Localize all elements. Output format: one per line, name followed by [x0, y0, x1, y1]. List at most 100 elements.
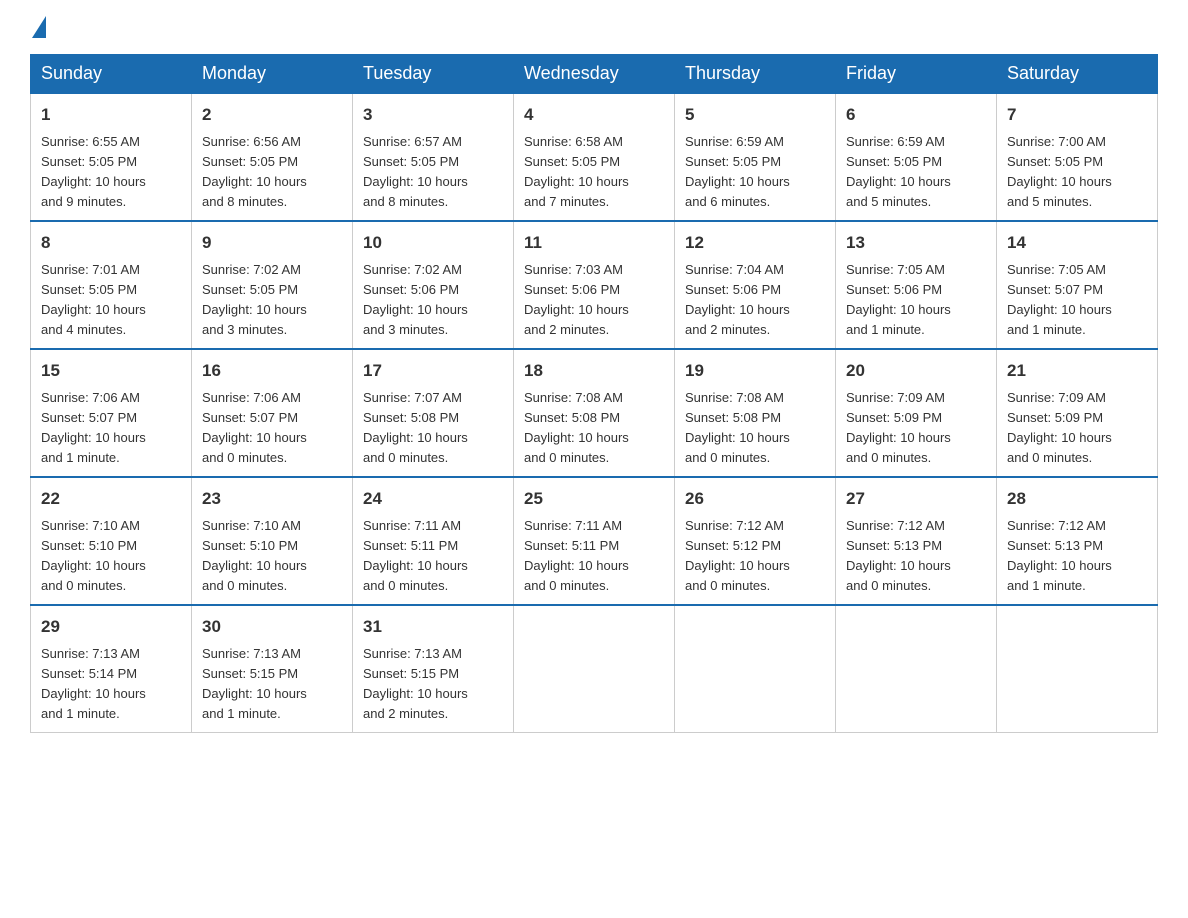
day-info: Sunrise: 6:55 AMSunset: 5:05 PMDaylight:…	[41, 132, 181, 213]
calendar-cell: 4 Sunrise: 6:58 AMSunset: 5:05 PMDaylight…	[514, 93, 675, 221]
calendar-cell: 11 Sunrise: 7:03 AMSunset: 5:06 PMDayligh…	[514, 221, 675, 349]
day-number: 15	[41, 358, 181, 384]
calendar-cell: 26 Sunrise: 7:12 AMSunset: 5:12 PMDayligh…	[675, 477, 836, 605]
calendar-cell: 5 Sunrise: 6:59 AMSunset: 5:05 PMDaylight…	[675, 93, 836, 221]
day-info: Sunrise: 7:02 AMSunset: 5:06 PMDaylight:…	[363, 260, 503, 341]
calendar-cell: 31 Sunrise: 7:13 AMSunset: 5:15 PMDayligh…	[353, 605, 514, 733]
calendar-cell: 7 Sunrise: 7:00 AMSunset: 5:05 PMDaylight…	[997, 93, 1158, 221]
day-info: Sunrise: 7:01 AMSunset: 5:05 PMDaylight:…	[41, 260, 181, 341]
calendar-cell: 12 Sunrise: 7:04 AMSunset: 5:06 PMDayligh…	[675, 221, 836, 349]
day-number: 30	[202, 614, 342, 640]
day-info: Sunrise: 6:56 AMSunset: 5:05 PMDaylight:…	[202, 132, 342, 213]
day-info: Sunrise: 7:13 AMSunset: 5:14 PMDaylight:…	[41, 644, 181, 725]
day-info: Sunrise: 7:03 AMSunset: 5:06 PMDaylight:…	[524, 260, 664, 341]
day-info: Sunrise: 7:05 AMSunset: 5:06 PMDaylight:…	[846, 260, 986, 341]
day-number: 7	[1007, 102, 1147, 128]
calendar-cell: 25Sunrise: 7:11 AMSunset: 5:11 PMDayligh…	[514, 477, 675, 605]
day-info: Sunrise: 6:59 AMSunset: 5:05 PMDaylight:…	[685, 132, 825, 213]
calendar-cell: 13 Sunrise: 7:05 AMSunset: 5:06 PMDayligh…	[836, 221, 997, 349]
day-info: Sunrise: 7:00 AMSunset: 5:05 PMDaylight:…	[1007, 132, 1147, 213]
calendar-cell	[836, 605, 997, 733]
day-number: 16	[202, 358, 342, 384]
calendar-cell: 22 Sunrise: 7:10 AMSunset: 5:10 PMDayligh…	[31, 477, 192, 605]
day-number: 1	[41, 102, 181, 128]
calendar-cell: 15Sunrise: 7:06 AMSunset: 5:07 PMDayligh…	[31, 349, 192, 477]
calendar-cell: 2 Sunrise: 6:56 AMSunset: 5:05 PMDaylight…	[192, 93, 353, 221]
day-info: Sunrise: 6:59 AMSunset: 5:05 PMDaylight:…	[846, 132, 986, 213]
day-number: 23	[202, 486, 342, 512]
calendar-cell	[675, 605, 836, 733]
logo	[30, 20, 46, 34]
page-header	[30, 20, 1158, 34]
calendar-cell: 30 Sunrise: 7:13 AMSunset: 5:15 PMDayligh…	[192, 605, 353, 733]
day-info: Sunrise: 7:13 AMSunset: 5:15 PMDaylight:…	[363, 644, 503, 725]
calendar-header-row: SundayMondayTuesdayWednesdayThursdayFrid…	[31, 55, 1158, 94]
calendar-cell: 24 Sunrise: 7:11 AMSunset: 5:11 PMDayligh…	[353, 477, 514, 605]
day-info: Sunrise: 7:06 AMSunset: 5:07 PMDaylight:…	[202, 388, 342, 469]
calendar-week-row: 22 Sunrise: 7:10 AMSunset: 5:10 PMDayligh…	[31, 477, 1158, 605]
day-info: Sunrise: 7:05 AMSunset: 5:07 PMDaylight:…	[1007, 260, 1147, 341]
day-number: 4	[524, 102, 664, 128]
day-number: 11	[524, 230, 664, 256]
day-number: 8	[41, 230, 181, 256]
day-info: Sunrise: 7:04 AMSunset: 5:06 PMDaylight:…	[685, 260, 825, 341]
day-number: 27	[846, 486, 986, 512]
calendar-cell: 8 Sunrise: 7:01 AMSunset: 5:05 PMDaylight…	[31, 221, 192, 349]
calendar-cell: 17 Sunrise: 7:07 AMSunset: 5:08 PMDayligh…	[353, 349, 514, 477]
day-number: 17	[363, 358, 503, 384]
column-header-saturday: Saturday	[997, 55, 1158, 94]
day-info: Sunrise: 7:13 AMSunset: 5:15 PMDaylight:…	[202, 644, 342, 725]
day-info: Sunrise: 7:12 AMSunset: 5:13 PMDaylight:…	[846, 516, 986, 597]
calendar-cell: 1 Sunrise: 6:55 AMSunset: 5:05 PMDaylight…	[31, 93, 192, 221]
day-info: Sunrise: 7:02 AMSunset: 5:05 PMDaylight:…	[202, 260, 342, 341]
calendar-cell: 16 Sunrise: 7:06 AMSunset: 5:07 PMDayligh…	[192, 349, 353, 477]
day-number: 13	[846, 230, 986, 256]
day-number: 9	[202, 230, 342, 256]
day-info: Sunrise: 7:11 AMSunset: 5:11 PMDaylight:…	[363, 516, 503, 597]
day-number: 10	[363, 230, 503, 256]
day-info: Sunrise: 7:08 AMSunset: 5:08 PMDaylight:…	[685, 388, 825, 469]
day-number: 5	[685, 102, 825, 128]
day-info: Sunrise: 7:10 AMSunset: 5:10 PMDaylight:…	[202, 516, 342, 597]
calendar-cell	[997, 605, 1158, 733]
calendar-cell: 9 Sunrise: 7:02 AMSunset: 5:05 PMDaylight…	[192, 221, 353, 349]
calendar-cell: 19Sunrise: 7:08 AMSunset: 5:08 PMDayligh…	[675, 349, 836, 477]
day-number: 24	[363, 486, 503, 512]
day-number: 28	[1007, 486, 1147, 512]
calendar-cell: 20 Sunrise: 7:09 AMSunset: 5:09 PMDayligh…	[836, 349, 997, 477]
day-number: 6	[846, 102, 986, 128]
day-info: Sunrise: 7:10 AMSunset: 5:10 PMDaylight:…	[41, 516, 181, 597]
calendar-cell	[514, 605, 675, 733]
column-header-thursday: Thursday	[675, 55, 836, 94]
day-info: Sunrise: 7:12 AMSunset: 5:12 PMDaylight:…	[685, 516, 825, 597]
calendar-cell: 27 Sunrise: 7:12 AMSunset: 5:13 PMDayligh…	[836, 477, 997, 605]
day-info: Sunrise: 7:08 AMSunset: 5:08 PMDaylight:…	[524, 388, 664, 469]
day-info: Sunrise: 7:09 AMSunset: 5:09 PMDaylight:…	[1007, 388, 1147, 469]
day-number: 31	[363, 614, 503, 640]
logo-triangle-icon	[32, 16, 46, 38]
day-info: Sunrise: 7:07 AMSunset: 5:08 PMDaylight:…	[363, 388, 503, 469]
day-number: 2	[202, 102, 342, 128]
day-number: 12	[685, 230, 825, 256]
day-number: 21	[1007, 358, 1147, 384]
day-info: Sunrise: 7:09 AMSunset: 5:09 PMDaylight:…	[846, 388, 986, 469]
column-header-sunday: Sunday	[31, 55, 192, 94]
column-header-friday: Friday	[836, 55, 997, 94]
calendar-cell: 3Sunrise: 6:57 AMSunset: 5:05 PMDaylight…	[353, 93, 514, 221]
calendar-cell: 23 Sunrise: 7:10 AMSunset: 5:10 PMDayligh…	[192, 477, 353, 605]
day-info: Sunrise: 7:12 AMSunset: 5:13 PMDaylight:…	[1007, 516, 1147, 597]
day-number: 25	[524, 486, 664, 512]
calendar-week-row: 29 Sunrise: 7:13 AMSunset: 5:14 PMDayligh…	[31, 605, 1158, 733]
day-number: 22	[41, 486, 181, 512]
day-number: 20	[846, 358, 986, 384]
column-header-monday: Monday	[192, 55, 353, 94]
calendar-week-row: 1 Sunrise: 6:55 AMSunset: 5:05 PMDaylight…	[31, 93, 1158, 221]
day-number: 29	[41, 614, 181, 640]
day-number: 26	[685, 486, 825, 512]
calendar-cell: 6 Sunrise: 6:59 AMSunset: 5:05 PMDaylight…	[836, 93, 997, 221]
calendar-cell: 18Sunrise: 7:08 AMSunset: 5:08 PMDayligh…	[514, 349, 675, 477]
calendar-table: SundayMondayTuesdayWednesdayThursdayFrid…	[30, 54, 1158, 733]
calendar-cell: 21 Sunrise: 7:09 AMSunset: 5:09 PMDayligh…	[997, 349, 1158, 477]
calendar-cell: 14Sunrise: 7:05 AMSunset: 5:07 PMDayligh…	[997, 221, 1158, 349]
day-info: Sunrise: 6:58 AMSunset: 5:05 PMDaylight:…	[524, 132, 664, 213]
